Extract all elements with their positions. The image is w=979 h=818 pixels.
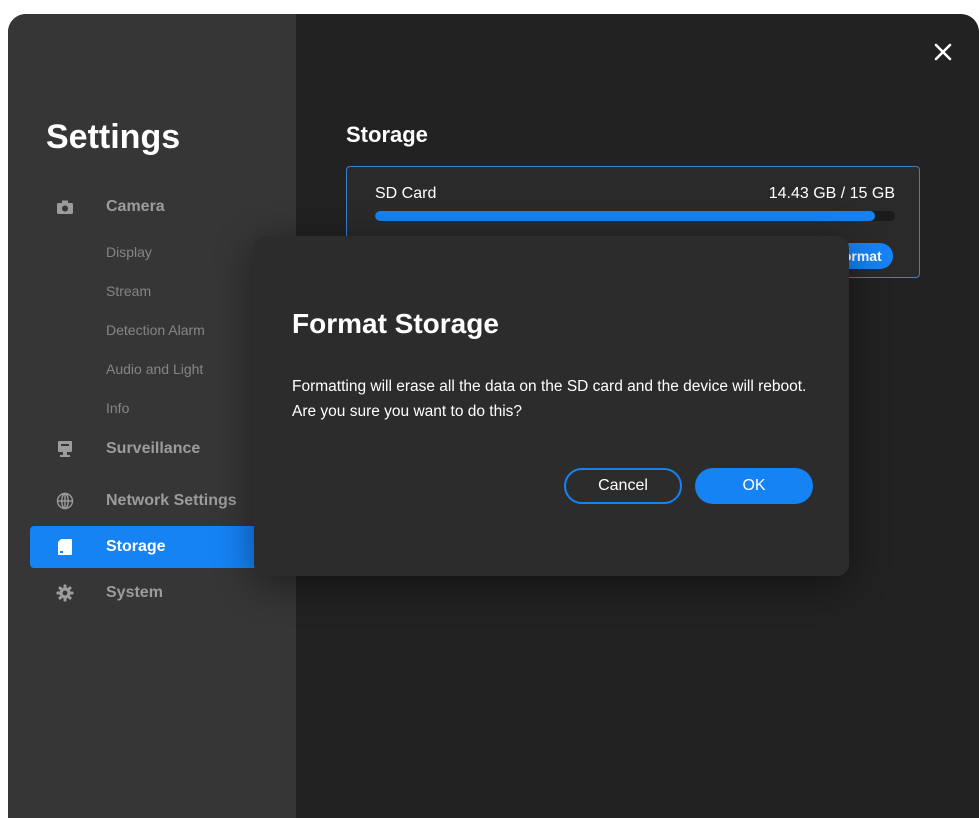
- cancel-button[interactable]: Cancel: [564, 468, 682, 504]
- ok-button[interactable]: OK: [695, 468, 813, 504]
- modal-overlay: Format Storage Formatting will erase all…: [8, 14, 979, 818]
- dialog-title: Format Storage: [292, 308, 499, 339]
- settings-window: Settings Camera Display Stream Detection…: [8, 14, 979, 818]
- dialog-message: Formatting will erase all the data on th…: [292, 378, 807, 420]
- format-storage-dialog: Format Storage Formatting will erase all…: [254, 236, 849, 576]
